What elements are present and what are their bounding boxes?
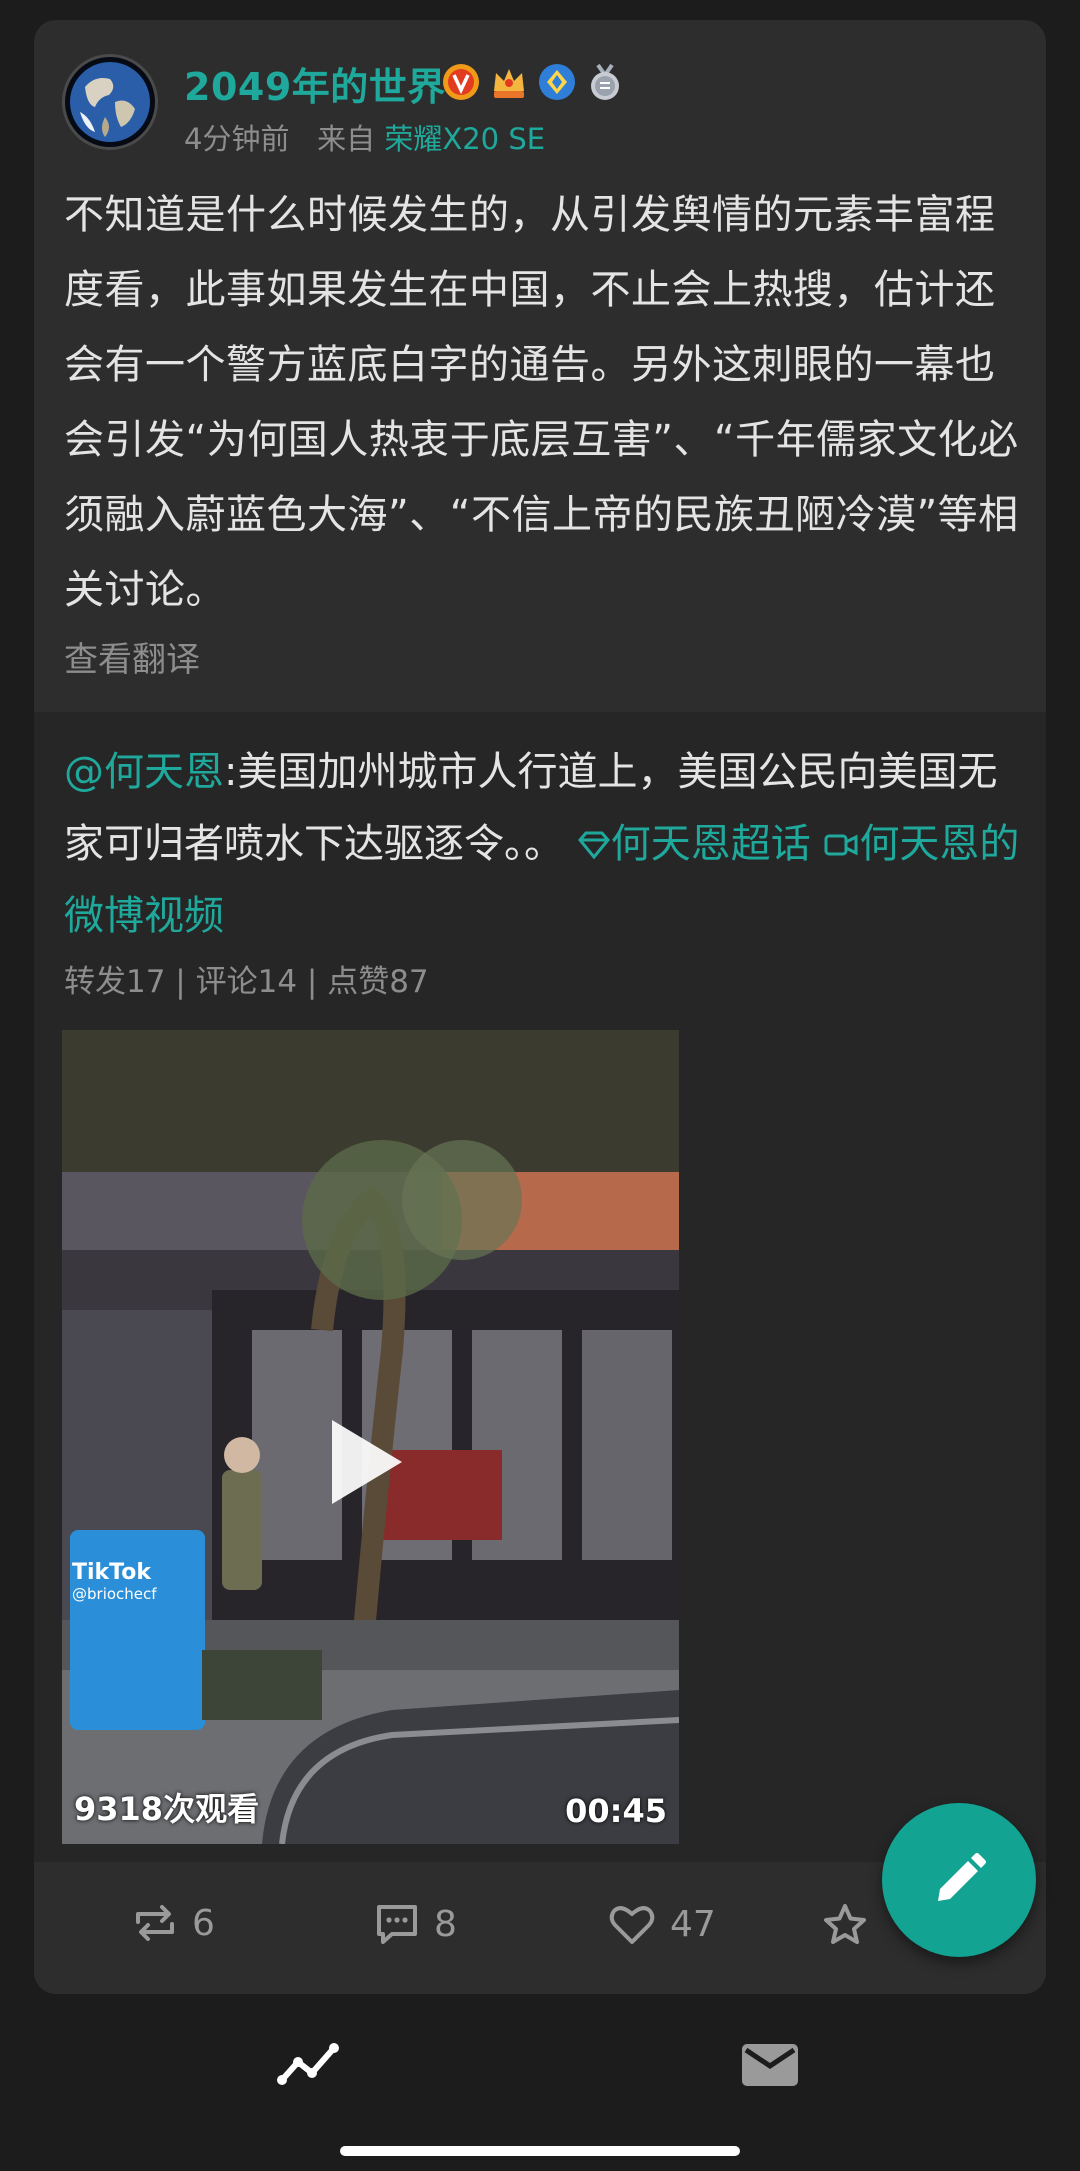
edit-pencil-icon [938,1853,986,1901]
like-button[interactable]: 47 [608,1902,716,1946]
topic-link-label: 何天恩超话 [610,821,811,867]
post-time: 4分钟前 [184,122,290,156]
verified-v-icon [440,61,482,103]
video-duration: 00:45 [565,1792,667,1830]
medal-badge-icon [584,61,626,103]
comment-count: 8 [434,1903,457,1945]
comment-icon [377,1905,417,1944]
repost-button[interactable]: 6 [132,1902,215,1944]
post-text: 不知道是什么时候发生的，从引发舆情的元素丰富程度看，此事如果发生在中国，不止会上… [64,192,1019,613]
video-views: 9318次观看 [74,1790,260,1828]
nav-messages-tab[interactable] [740,2040,800,2094]
repost-icon [136,1905,174,1941]
video-camera-icon [824,834,858,856]
post-card[interactable]: 2049年的世界 4分钟前 来自 荣耀X20 SE 不知道是什么时候发生的，从引… [34,20,1046,1994]
diamond-badge-icon [536,61,578,103]
mail-icon [742,2044,798,2086]
star-icon [824,1904,866,1944]
crown-badge-icon [488,61,530,103]
from-label: 来自 [317,122,376,156]
username[interactable]: 2049年的世界 [184,56,446,111]
compose-button[interactable] [882,1803,1036,1957]
watermark-user: @briochecf [72,1585,157,1603]
user-badges [440,58,626,106]
tiktok-watermark: TikTok @briochecf [72,1560,157,1603]
topic-diamond-icon [577,831,610,860]
bottom-nav [0,2010,1080,2171]
trend-icon [277,2043,339,2085]
watermark-brand: TikTok [72,1560,152,1585]
video-player[interactable]: TikTok @briochecf 9318次观看 00:45 [62,1030,679,1844]
device-link[interactable]: 荣耀X20 SE [384,122,545,156]
repost-text: @何天恩:美国加州城市人行道上，美国公民向美国无家可归者喷水下达驱逐令。。 何天… [64,736,1024,952]
post-meta: 4分钟前 来自 荣耀X20 SE [184,116,545,158]
avatar[interactable] [62,54,158,150]
mention-link[interactable]: @何天恩 [64,749,224,795]
play-icon[interactable] [332,1420,402,1504]
reposted-content[interactable]: @何天恩:美国加州城市人行道上，美国公民向美国无家可归者喷水下达驱逐令。。 何天… [34,712,1046,1862]
heart-icon [609,1906,655,1944]
repost-count: 6 [192,1902,215,1944]
translate-link[interactable]: 查看翻译 [64,632,200,681]
nav-trend-tab[interactable] [276,2040,342,2094]
topic-link[interactable]: 何天恩超话 [577,821,811,867]
home-indicator[interactable] [340,2146,740,2156]
like-count: 47 [670,1903,716,1945]
repost-stats: 转发17 | 评论14 | 点赞87 [64,964,429,1000]
favorite-button[interactable] [822,1902,868,1946]
comment-button[interactable]: 8 [374,1902,457,1946]
